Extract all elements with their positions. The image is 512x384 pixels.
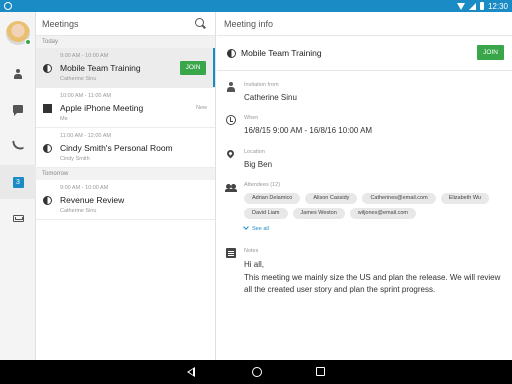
meeting-item-mobile-team-training[interactable]: 9:00 AM - 10:00 AM Mobile Team Training … xyxy=(36,48,215,88)
system-nav-bar xyxy=(0,360,512,384)
rail-item-messages[interactable] xyxy=(0,92,36,126)
presence-dot-icon xyxy=(25,39,31,45)
when-label: When xyxy=(244,115,259,121)
detail-meeting-title: Mobile Team Training xyxy=(241,48,322,58)
see-all-label: See all xyxy=(252,226,269,232)
phone-icon xyxy=(12,139,24,151)
person-icon xyxy=(13,69,23,79)
wifi-icon xyxy=(456,2,465,10)
list-header: Meetings xyxy=(36,12,215,36)
section-header-today: Today xyxy=(36,36,215,48)
attendee-chip[interactable]: David Liam xyxy=(244,208,288,219)
signal-icon xyxy=(468,2,476,10)
invitation-label: Invitation from xyxy=(244,82,279,88)
half-circle-icon xyxy=(43,144,52,153)
notes-icon xyxy=(226,248,236,258)
status-bar: 12:30 xyxy=(0,0,512,12)
meeting-organizer: Me xyxy=(60,116,68,122)
rail-item-meetings[interactable]: 3 xyxy=(0,165,36,199)
rail-item-contacts[interactable] xyxy=(0,57,36,91)
notes-greeting: Hi all, xyxy=(244,260,265,269)
meeting-organizer: Catherine Sinu xyxy=(60,76,97,82)
notes-body: Hi all, This meeting we mainly size the … xyxy=(244,259,506,297)
attendee-chip[interactable]: Adrian Delamico xyxy=(244,193,301,204)
voicemail-icon xyxy=(12,214,24,222)
rail-item-calls[interactable] xyxy=(0,128,36,162)
see-all-link[interactable]: See all xyxy=(243,224,269,232)
meeting-info-pane: Meeting info Mobile Team Training JOIN I… xyxy=(217,12,512,360)
new-badge: New xyxy=(195,105,207,111)
join-button[interactable]: JOIN xyxy=(180,61,206,75)
recent-apps-icon[interactable] xyxy=(316,367,325,376)
meeting-title: Revenue Review xyxy=(60,195,125,205)
attendee-chips: Adrian Delamico Alison Cassidy Catherine… xyxy=(244,193,506,219)
when-value: 16/8/15 9:00 AM - 16/8/16 10:00 AM xyxy=(244,126,373,135)
meetings-list-pane: Meetings Today 9:00 AM - 10:00 AM Mobile… xyxy=(36,12,216,360)
half-circle-icon xyxy=(227,49,236,58)
app-notification-icon xyxy=(4,2,12,10)
join-button[interactable]: JOIN xyxy=(477,45,504,60)
rail-item-voicemail[interactable] xyxy=(0,201,36,235)
meeting-time: 10:00 AM - 11:00 AM xyxy=(60,93,111,99)
attendee-chip[interactable]: James Weston xyxy=(292,208,345,219)
half-circle-icon xyxy=(43,196,52,205)
edit-icon xyxy=(43,104,52,113)
section-header-tomorrow: Tomorrow xyxy=(36,168,215,180)
list-title: Meetings xyxy=(42,19,79,29)
half-circle-icon xyxy=(43,64,52,73)
person-icon xyxy=(226,82,236,92)
detail-header: Meeting info xyxy=(217,12,512,36)
chat-icon xyxy=(13,105,23,116)
attendee-chip[interactable]: Catherines@email.com xyxy=(362,193,436,204)
meeting-title: Mobile Team Training xyxy=(60,63,141,73)
calendar-icon: 3 xyxy=(12,176,24,188)
search-icon[interactable] xyxy=(195,18,206,29)
location-pin-icon xyxy=(225,148,236,159)
detail-header-title: Meeting info xyxy=(224,19,274,29)
notes-text: This meeting we mainly size the US and p… xyxy=(244,272,501,295)
attendee-chip[interactable]: Alison Cassidy xyxy=(305,193,358,204)
meeting-title: Apple iPhone Meeting xyxy=(60,103,144,113)
attendee-chip[interactable]: Elizabeth Wu xyxy=(440,193,489,204)
attendee-chip[interactable]: wiljones@email.com xyxy=(349,208,417,219)
notes-label: Notes xyxy=(244,248,259,254)
invitation-value: Catherine Sinu xyxy=(244,93,297,102)
meeting-organizer: Cindy Smith xyxy=(60,156,90,162)
chevron-down-icon xyxy=(243,224,249,230)
attendees-label: Attendees (12) xyxy=(244,182,281,188)
location-label: Location xyxy=(244,149,265,155)
meeting-item-revenue-review[interactable]: 9:00 AM - 10:00 AM Revenue Review Cather… xyxy=(36,180,215,220)
meeting-item-cindy-smith-personal-room[interactable]: 11:00 AM - 12:00 AM Cindy Smith's Person… xyxy=(36,128,215,168)
battery-icon xyxy=(479,2,484,10)
back-icon[interactable] xyxy=(187,367,195,377)
status-time: 12:30 xyxy=(487,1,508,11)
nav-rail: 3 xyxy=(0,12,36,360)
location-value: Big Ben xyxy=(244,160,273,169)
detail-title-row: Mobile Team Training JOIN xyxy=(217,36,512,71)
alarm-clock-icon xyxy=(226,115,236,125)
meeting-organizer: Catherine Sinu xyxy=(60,208,97,214)
meeting-time: 9:00 AM - 10:00 AM xyxy=(60,185,109,191)
meeting-time: 9:00 AM - 10:00 AM xyxy=(60,53,109,59)
meeting-time: 11:00 AM - 12:00 AM xyxy=(60,133,111,139)
meeting-item-apple-iphone-meeting[interactable]: 10:00 AM - 11:00 AM Apple iPhone Meeting… xyxy=(36,88,215,128)
home-icon[interactable] xyxy=(252,367,262,377)
status-indicators: 12:30 xyxy=(456,0,508,12)
meeting-title: Cindy Smith's Personal Room xyxy=(60,143,173,153)
